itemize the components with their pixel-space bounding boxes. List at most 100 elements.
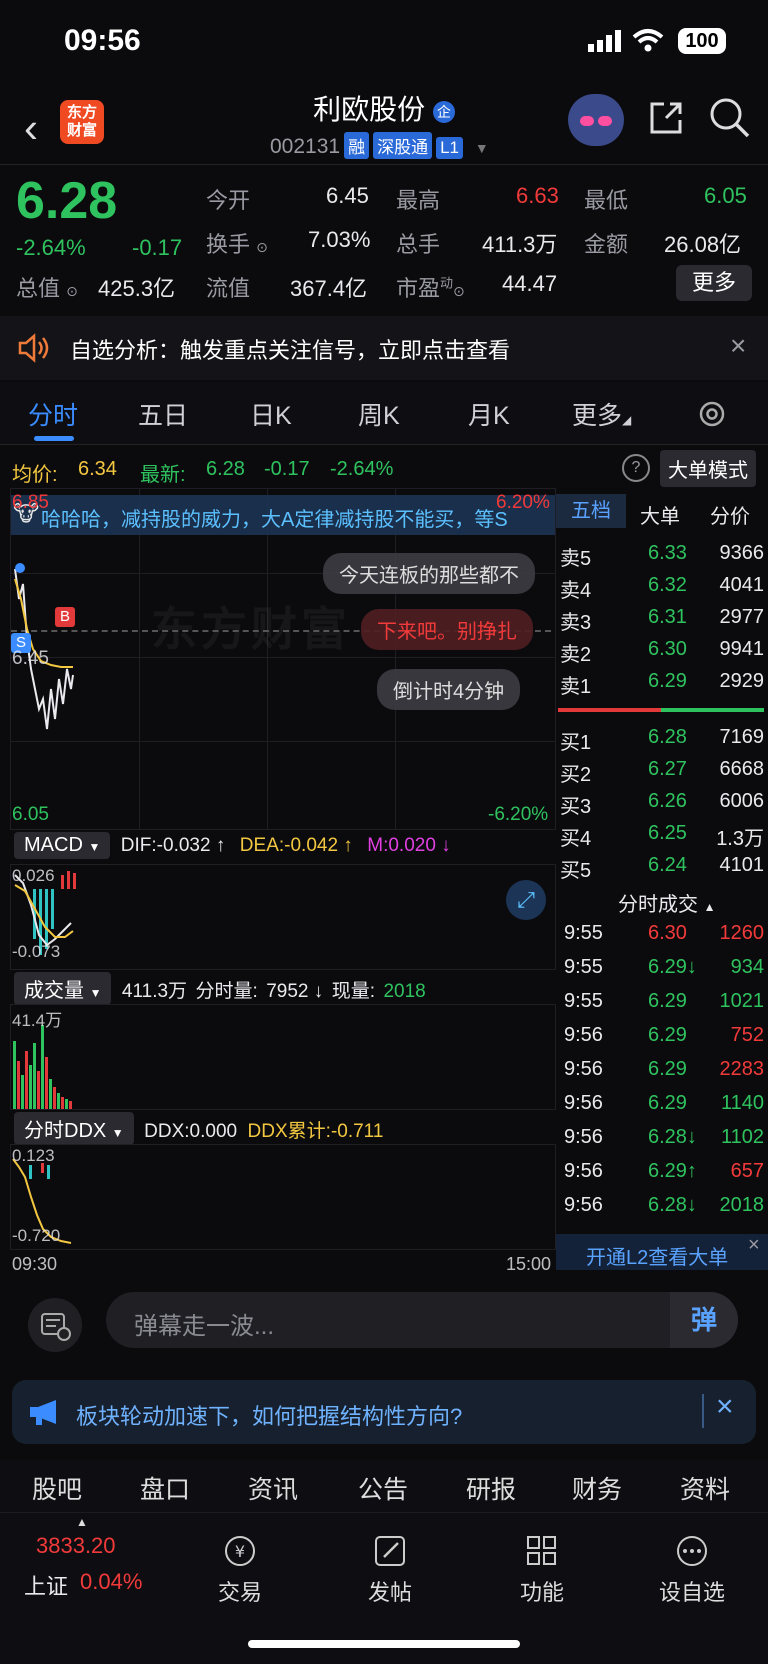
danmu-banner[interactable]: 🐮 哈哈哈，减持股的威力，大A定律减持股不能买，等S bbox=[11, 495, 555, 535]
tab-price-volume[interactable]: 分价 bbox=[710, 500, 750, 529]
big-order-mode-button[interactable]: 大单模式 bbox=[660, 450, 756, 487]
danmu-settings-icon[interactable] bbox=[28, 1298, 82, 1352]
search-icon[interactable] bbox=[708, 96, 752, 140]
stock-code[interactable]: 002131 融深股通 L1 ▼ bbox=[270, 132, 489, 159]
tab-five-level[interactable]: 五档 bbox=[556, 494, 626, 528]
chevron-down-icon[interactable]: ▼ bbox=[475, 140, 489, 156]
current-volume-label: 现量: bbox=[331, 981, 376, 1002]
stock-name-text: 利欧股份 bbox=[313, 94, 426, 125]
tab-market-depth[interactable]: 盘口 bbox=[140, 1470, 190, 1506]
tab-research[interactable]: 研报 bbox=[466, 1470, 516, 1506]
trade-marker bbox=[15, 563, 25, 573]
level-volume: 4041 bbox=[719, 574, 765, 596]
alert-bar[interactable]: 自选分析：触发重点关注信号，立即点击查看 × bbox=[0, 316, 768, 380]
turnover-label[interactable]: 换手 ⊙ bbox=[206, 227, 268, 259]
ddx-header: 分时DDX ▼ DDX:0.000 DDX累计:-0.711 bbox=[14, 1112, 383, 1145]
enterprise-badge: 企 bbox=[432, 100, 455, 123]
tag-level: L1 bbox=[436, 137, 463, 159]
nav-watchlist[interactable]: 设自选 bbox=[642, 1533, 742, 1607]
intraday-chart[interactable]: 东方财富 B S 🐮 哈哈哈，减持股的威力，大A定律减持股不能买，等S 今天连板… bbox=[10, 488, 556, 830]
y-axis-top: 6.85 bbox=[12, 492, 49, 513]
tab-weekly-k[interactable]: 周K bbox=[358, 396, 400, 432]
info-icon[interactable]: ⊙ bbox=[256, 239, 268, 255]
info-icon[interactable]: ⊙ bbox=[453, 283, 465, 299]
order-book-row: 买1 6.28 7169 bbox=[556, 722, 768, 754]
change-pct: -2.64% bbox=[16, 235, 86, 260]
buy-marker[interactable]: B bbox=[55, 607, 75, 627]
stock-header: ‹ 东方 财富 利欧股份 企 002131 融深股通 L1 ▼ bbox=[0, 82, 768, 164]
volume-dropdown[interactable]: 成交量 ▼ bbox=[14, 972, 112, 1005]
expand-icon[interactable]: ⤢ bbox=[506, 880, 546, 920]
index-value[interactable]: 3833.20 bbox=[36, 1533, 116, 1559]
macd-dropdown[interactable]: MACD ▼ bbox=[14, 832, 111, 859]
current-volume-value: 2018 bbox=[383, 981, 426, 1002]
trade-row: 9:56 6.29 1140 bbox=[556, 1088, 768, 1122]
send-danmu-button[interactable]: 弹 bbox=[670, 1292, 738, 1348]
tab-five-day[interactable]: 五日 bbox=[138, 396, 188, 432]
l2-upsell[interactable]: 开通L2查看大单 × bbox=[556, 1234, 768, 1270]
assistant-robot-icon[interactable] bbox=[568, 94, 624, 146]
close-icon[interactable]: × bbox=[748, 1234, 760, 1257]
low-value: 6.05 bbox=[704, 183, 747, 208]
tab-profile[interactable]: 资料 bbox=[680, 1470, 730, 1506]
open-label: 今开 bbox=[206, 188, 251, 213]
nav-functions[interactable]: 功能 bbox=[492, 1533, 592, 1607]
tag-margin: 融 bbox=[344, 132, 370, 159]
ddx-dropdown-label: 分时DDX bbox=[24, 1120, 107, 1142]
danmu-bubble: 下来吧。别挣扎 bbox=[361, 609, 533, 650]
tab-daily-k[interactable]: 日K bbox=[250, 396, 292, 432]
chevron-down-icon: ▼ bbox=[89, 986, 102, 1000]
trade-price: 6.30 bbox=[648, 922, 687, 944]
tab-big-order[interactable]: 大单 bbox=[640, 500, 680, 529]
level-price: 6.28 bbox=[648, 726, 687, 748]
danmu-input[interactable]: 弹幕走一波... 弹 bbox=[106, 1292, 738, 1348]
close-icon[interactable]: × bbox=[730, 330, 746, 362]
level-label: 买5 bbox=[560, 860, 592, 882]
latest-change-pct: -2.64% bbox=[330, 458, 394, 480]
level-label: 卖3 bbox=[560, 612, 592, 634]
info-icon[interactable]: ⊙ bbox=[66, 283, 78, 299]
battery-icon: 100 bbox=[678, 28, 726, 54]
tab-announcements[interactable]: 公告 bbox=[358, 1470, 408, 1506]
nav-trade[interactable]: ¥ 交易 bbox=[190, 1533, 290, 1607]
ddx-dropdown[interactable]: 分时DDX ▼ bbox=[14, 1112, 134, 1145]
gear-icon[interactable] bbox=[696, 398, 728, 430]
trades-title-text: 分时成交 bbox=[618, 894, 698, 916]
mktcap-label[interactable]: 总值 ⊙ bbox=[16, 271, 78, 303]
avg-label: 均价: bbox=[12, 464, 58, 486]
close-icon[interactable]: × bbox=[716, 1390, 734, 1424]
status-bar: 09:56 100 bbox=[0, 0, 768, 82]
trade-volume: 1140 bbox=[720, 1092, 764, 1114]
macd-bottom: -0.073 bbox=[12, 942, 61, 961]
ddx-chart[interactable] bbox=[10, 1144, 556, 1250]
promo-banner[interactable]: 板块轮动加速下，如何把握结构性方向? × bbox=[12, 1380, 756, 1444]
trade-volume: 2018 bbox=[719, 1194, 765, 1216]
high-value: 6.63 bbox=[516, 183, 559, 208]
more-button[interactable]: 更多 bbox=[676, 265, 752, 301]
ddx-top: 0.123 bbox=[12, 1146, 55, 1165]
stock-code-text: 002131 bbox=[270, 135, 341, 158]
trade-time: 9:56 bbox=[564, 1092, 603, 1114]
order-book-row: 买4 6.25 1.3万 bbox=[556, 818, 768, 850]
tab-news[interactable]: 资讯 bbox=[248, 1470, 298, 1506]
level-label: 卖2 bbox=[560, 644, 592, 666]
tab-finance[interactable]: 财务 bbox=[572, 1470, 622, 1506]
share-icon[interactable] bbox=[646, 98, 686, 138]
high-label: 最高 bbox=[396, 188, 441, 213]
macd-chart[interactable] bbox=[10, 864, 556, 970]
tab-forum[interactable]: 股吧 bbox=[32, 1470, 82, 1506]
banner-text: 板块轮动加速下，如何把握结构性方向? bbox=[76, 1404, 463, 1429]
tab-monthly-k[interactable]: 月K bbox=[468, 396, 510, 432]
mktcap-label-text: 总值 bbox=[16, 276, 61, 301]
tab-more[interactable]: 更多◢ bbox=[572, 396, 631, 432]
level-price: 6.24 bbox=[648, 854, 687, 876]
volume-top: 41.4万 bbox=[12, 1011, 63, 1030]
chevron-up-icon[interactable]: ▲ bbox=[76, 1515, 88, 1529]
help-icon[interactable]: ? bbox=[622, 454, 650, 482]
pe-label[interactable]: 市盈动⊙ bbox=[396, 271, 465, 303]
tab-intraday[interactable]: 分时 bbox=[28, 396, 78, 432]
nav-post[interactable]: 发帖 bbox=[340, 1533, 440, 1607]
trade-price: 6.29 bbox=[648, 1092, 687, 1114]
volume-chart[interactable] bbox=[10, 1004, 556, 1110]
trades-title[interactable]: 分时成交 ▲ bbox=[618, 888, 715, 917]
